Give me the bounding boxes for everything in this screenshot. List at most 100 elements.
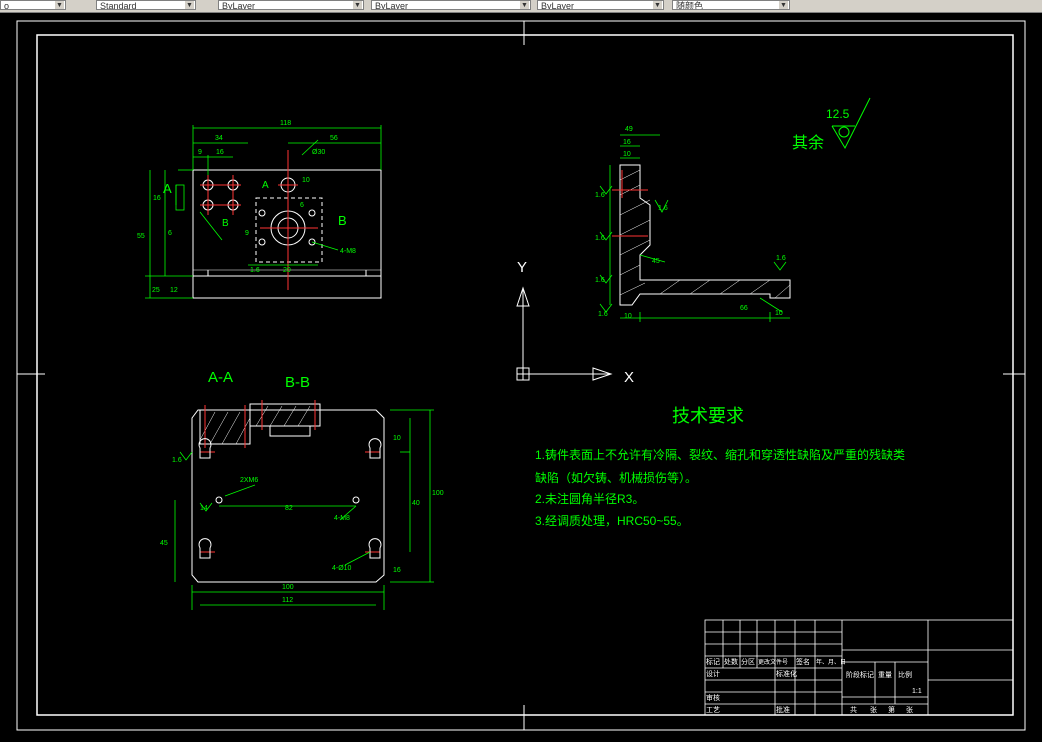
toolbar-combo-value: ByLayer [375, 1, 409, 10]
dim-25: 25 [152, 287, 160, 294]
dim-16: 16 [216, 149, 224, 156]
tb-mark: 标记 [706, 657, 720, 666]
tb-process: 工艺 [706, 706, 720, 714]
dim-side-r3: 1.6 [595, 277, 605, 284]
tb-approve: 批准 [776, 705, 790, 714]
tech-line-2: 缺陷（如欠铸、机械损伤等）。 [535, 470, 697, 485]
toolbar-combo-5[interactable]: 随颜色 ▼ [672, 0, 790, 10]
drawing-canvas[interactable]: 118 34 56 9 16 Ø30 10 55 16 12 25 6 9 20… [0, 12, 1042, 737]
tb-sign: 签名 [796, 657, 810, 666]
chevron-down-icon[interactable]: ▼ [520, 1, 529, 9]
tech-line-4: 3.经调质处理，HRC50~55。 [535, 514, 689, 528]
dim-6: 6 [168, 230, 172, 237]
dim-55: 55 [137, 233, 145, 240]
section-a-left: A [163, 181, 172, 196]
tech-line-1: 1.铸件表面上不允许有冷隔、裂纹、缩孔和穿透性缺陷及严重的残缺类 [535, 447, 905, 462]
chevron-down-icon[interactable]: ▼ [653, 1, 662, 9]
dim-side-10b: 10 [624, 313, 632, 320]
axis-y-label: Y [517, 259, 527, 276]
chevron-down-icon[interactable]: ▼ [55, 1, 64, 9]
tb-sheet-total: 共 [850, 705, 857, 714]
dim-12: 12 [170, 287, 178, 294]
dim-b-112: 112 [282, 597, 293, 604]
dim-overall: 118 [280, 120, 291, 127]
roughness-symbol: 12.5 其余 [792, 97, 871, 152]
tb-change-doc: 更改文件号 [758, 658, 788, 666]
tb-weight: 重量 [878, 671, 892, 679]
dim-side-10: 10 [623, 151, 631, 158]
dim-b-4d10: 4-Ø10 [332, 565, 352, 572]
tb-stage: 阶段标记 [846, 670, 874, 679]
dim-b-16: 16 [393, 567, 401, 574]
ucs-icon: Y X [516, 259, 634, 386]
dim-side-45: 45 [652, 258, 660, 265]
dim-34: 34 [215, 135, 223, 142]
dim-side-16r: 1.6 [776, 255, 786, 262]
dim-side-r4: 1.6 [598, 311, 608, 318]
sheet-border [16, 20, 1026, 731]
tb-sheet-unit2: 张 [906, 705, 913, 714]
toolbar-combo-value: 随颜色 [676, 1, 704, 10]
drawing-frame [36, 34, 1014, 716]
dim-b-100: 100 [282, 584, 294, 591]
cad-drawing: 118 34 56 9 16 Ø30 10 55 16 12 25 6 9 20… [16, 20, 1026, 731]
tb-ratio: 比例 [898, 670, 912, 679]
dim-56: 56 [330, 135, 338, 142]
dim-6b: 6 [300, 202, 304, 209]
tech-line-3: 2.未注圆角半径R3。 [535, 491, 644, 506]
dim-b-2xm6: 2XM6 [240, 477, 258, 484]
dim-10: 10 [302, 177, 310, 184]
tb-sheet-no: 第 [888, 705, 895, 714]
toolbar-combo-value: ByLayer [222, 1, 256, 10]
dim-side-16: 16 [623, 139, 631, 146]
side-view: 49 16 10 1.6 1.6 1.6 1.6 45 10 66 10 1.6… [595, 126, 791, 322]
tb-standard: 标准化 [776, 669, 797, 678]
toolbar-combo-3[interactable]: ByLayer ▼ [371, 0, 531, 10]
toolbar-combo-value: Standard [100, 1, 137, 10]
top-view: 118 34 56 9 16 Ø30 10 55 16 12 25 6 9 20… [137, 120, 382, 299]
dim-b-45: 45 [160, 540, 168, 547]
dim-b-1-6: 1.6 [172, 457, 182, 464]
dim-16v: 16 [153, 195, 161, 202]
axis-x-label: X [624, 369, 634, 386]
dim-side-16s: 1.6 [658, 205, 668, 212]
tb-design: 设计 [706, 669, 720, 678]
section-aa-title: A-A [208, 369, 233, 386]
dim-9b: 9 [245, 230, 249, 237]
tb-review: 审核 [706, 693, 720, 702]
dim-side-r1: 1.6 [595, 192, 605, 199]
toolbar-combo-4[interactable]: ByLayer ▼ [537, 0, 664, 10]
toolbar-combo-1[interactable]: Standard ▼ [96, 0, 196, 10]
section-bb-title: B-B [285, 374, 310, 391]
title-block-text: 标记 处数 分区 更改文件号 签名 年、月、日 设计 标准化 审核 工艺 批准 … [706, 657, 922, 714]
dim-30: Ø30 [312, 149, 325, 156]
dim-b-82: 82 [285, 505, 293, 512]
tech-requirements: 技术要求 1.铸件表面上不允许有冷隔、裂纹、缩孔和穿透性缺陷及严重的残缺类 缺陷… [535, 406, 905, 528]
roughness-value: 12.5 [826, 107, 850, 121]
tb-date: 年、月、日 [816, 658, 846, 666]
toolbar-combo-2[interactable]: ByLayer ▼ [218, 0, 364, 10]
tb-sheet-unit1: 张 [870, 705, 877, 714]
dim-4m8: 4-M8 [340, 248, 356, 255]
section-a-small: A [262, 180, 269, 191]
tech-title: 技术要求 [672, 406, 744, 426]
chevron-down-icon[interactable]: ▼ [185, 1, 194, 9]
dim-b-10: 10 [393, 435, 401, 442]
roughness-label: 其余 [792, 133, 824, 152]
dim-b-100v: 100 [432, 490, 444, 497]
dim-side-10c: 10 [775, 310, 783, 317]
bottom-view: 100 112 82 10 40 100 16 45 2XM6 4-M8 4-Ø… [160, 400, 444, 610]
dim-1-6: 1.6 [250, 267, 260, 274]
dim-side-49: 49 [625, 126, 633, 133]
dim-b-4m8: 4-M8 [334, 515, 350, 522]
tb-count: 处数 [724, 657, 738, 666]
center-marks [17, 21, 1025, 730]
section-b-small: B [222, 218, 229, 229]
chevron-down-icon[interactable]: ▼ [353, 1, 362, 9]
dim-b-14: 14 [200, 505, 208, 512]
title-block [704, 619, 1014, 716]
dim-side-r2: 1.6 [595, 235, 605, 242]
chevron-down-icon[interactable]: ▼ [779, 1, 788, 9]
dim-b-40: 40 [412, 500, 420, 507]
toolbar-combo-0[interactable]: o ▼ [0, 0, 66, 10]
